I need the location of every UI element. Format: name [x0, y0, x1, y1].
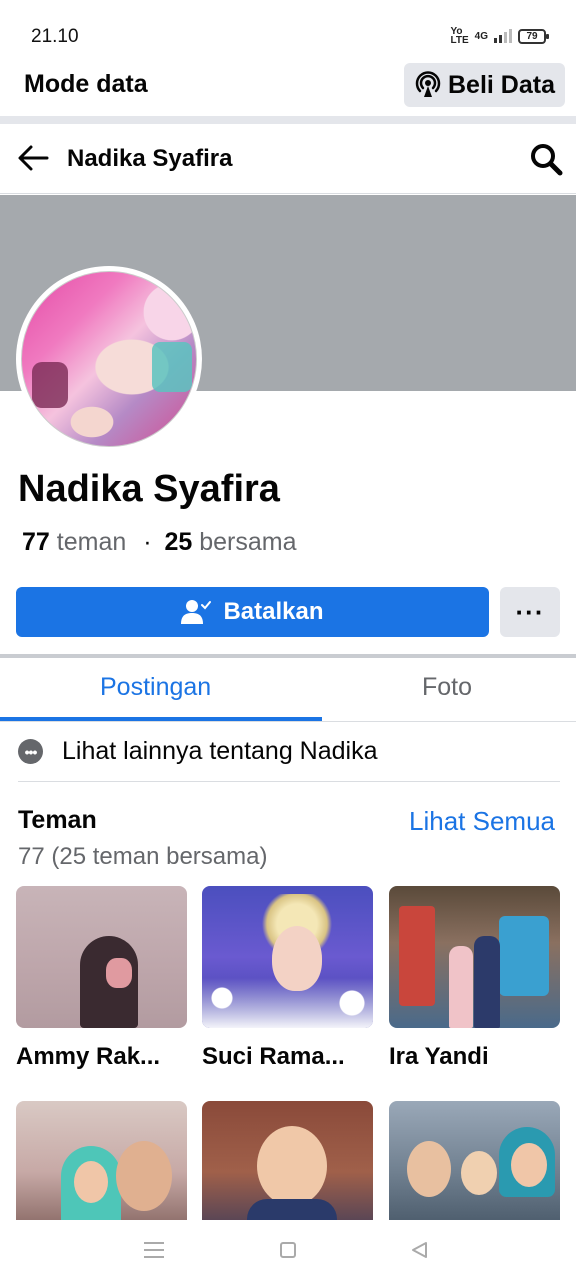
- tab-posts[interactable]: Postingan: [100, 673, 211, 702]
- friend-card[interactable]: Suci Rama...: [202, 886, 373, 1071]
- arrow-left-icon[interactable]: [16, 143, 50, 173]
- system-nav-bar: [0, 1220, 576, 1280]
- friend-photo: [16, 886, 187, 1028]
- section-divider: [0, 116, 576, 124]
- friends-count-subtitle: 77 (25 teman bersama): [18, 843, 268, 870]
- see-more-about-label: Lihat lainnya tentang Nadika: [62, 737, 378, 765]
- friend-card[interactable]: Ira Yandi: [389, 886, 560, 1071]
- profile-header: Nadika Syafira: [0, 124, 576, 194]
- home-icon[interactable]: [280, 1242, 296, 1258]
- back-triangle-icon[interactable]: [410, 1241, 428, 1259]
- tab-photos[interactable]: Foto: [422, 673, 472, 702]
- friend-count: 77: [22, 528, 50, 556]
- friend-name: Ammy Rak...: [16, 1043, 161, 1070]
- status-time: 21.10: [31, 26, 79, 47]
- see-more-about-row[interactable]: ••• Lihat lainnya tentang Nadika: [18, 722, 560, 782]
- header-title: Nadika Syafira: [67, 145, 233, 172]
- more-dots-icon: •••: [18, 739, 43, 764]
- profile-tabs: Postingan Foto: [0, 658, 576, 722]
- mutual-word: bersama: [199, 528, 297, 556]
- buy-data-label: Beli Data: [448, 70, 555, 99]
- status-icons: Yo LTE 4G 79: [450, 26, 549, 46]
- profile-name: Nadika Syafira: [18, 468, 280, 510]
- cancel-request-button[interactable]: Batalkan: [16, 587, 489, 637]
- friend-photo: [202, 886, 373, 1028]
- friend-count-line[interactable]: 77 teman · 25 bersama: [22, 528, 297, 557]
- separator-dot: ·: [143, 528, 152, 556]
- signal-icon: [494, 29, 512, 43]
- friend-name: Suci Rama...: [202, 1043, 345, 1070]
- battery-icon: 79: [518, 28, 549, 44]
- user-check-icon: [181, 600, 212, 624]
- avatar: [21, 271, 197, 447]
- see-all-friends-link[interactable]: Lihat Semua: [409, 806, 555, 837]
- volte-indicator: Yo LTE: [450, 26, 469, 46]
- status-bar: 21.10 Yo LTE 4G 79: [0, 0, 576, 60]
- cancel-request-label: Batalkan: [223, 598, 324, 625]
- network-type-indicator: 4G: [474, 30, 488, 42]
- more-options-button[interactable]: ···: [500, 587, 560, 637]
- friend-photo: [389, 886, 560, 1028]
- friends-section-title: Teman: [18, 806, 97, 834]
- friend-card[interactable]: Ammy Rak...: [16, 886, 187, 1071]
- active-tab-indicator: [0, 717, 322, 721]
- friend-name: Ira Yandi: [389, 1043, 489, 1070]
- broadcast-icon: [415, 71, 441, 97]
- data-mode-label: Mode data: [24, 70, 148, 98]
- mutual-count: 25: [164, 528, 193, 556]
- friend-word: teman: [56, 528, 127, 556]
- menu-icon[interactable]: [144, 1242, 164, 1258]
- search-icon[interactable]: [528, 141, 564, 177]
- profile-picture[interactable]: [16, 266, 202, 452]
- data-mode-bar: Mode data Beli Data: [0, 60, 576, 116]
- buy-data-button[interactable]: Beli Data: [404, 63, 565, 107]
